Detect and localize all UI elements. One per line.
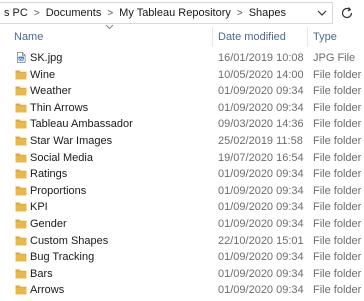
- list-item[interactable]: Proportions 01/09/2020 09:34 File folder: [0, 183, 364, 200]
- address-bar[interactable]: s PC > Documents > My Tableau Repository…: [0, 2, 333, 24]
- file-date-modified: 01/09/2020 09:34: [218, 184, 304, 197]
- folder-icon: [15, 86, 27, 96]
- refresh-button[interactable]: [338, 4, 356, 22]
- folder-icon: [15, 186, 27, 196]
- file-type: JPG File: [313, 52, 356, 64]
- folder-icon: [15, 153, 27, 163]
- sort-chevron-icon[interactable]: [105, 24, 114, 30]
- list-item[interactable]: Star War Images 25/02/2019 11:58 File fold…: [0, 133, 364, 150]
- file-date-modified: 01/09/2020 09:34: [218, 201, 304, 214]
- file-name: Arrows: [30, 284, 65, 297]
- file-type: File folder: [313, 201, 362, 214]
- file-name: Ratings: [30, 168, 68, 181]
- breadcrumb-separator-icon[interactable]: >: [29, 8, 45, 19]
- file-name: Bars: [30, 267, 53, 280]
- folder-icon: [15, 169, 27, 179]
- file-date-modified: 16/01/2019 10:08: [218, 52, 304, 64]
- file-type: File folder: [313, 101, 362, 114]
- list-item[interactable]: Tableau Ambassador 09/03/2020 14:36 File f…: [0, 116, 364, 133]
- folder-icon: [15, 269, 27, 279]
- file-name: Weather: [30, 85, 72, 98]
- file-date-modified: 09/03/2020 14:36: [218, 118, 304, 131]
- column-header-type[interactable]: Type: [313, 31, 337, 43]
- file-name: Star War Images: [30, 134, 113, 147]
- breadcrumb-shapes[interactable]: Shapes: [248, 7, 287, 19]
- file-name: Social Media: [30, 151, 93, 164]
- list-item[interactable]: Ratings 01/09/2020 09:34 File folder: [0, 166, 364, 183]
- refresh-icon: [341, 7, 353, 19]
- column-divider[interactable]: [212, 27, 213, 47]
- jpg-file-icon: [16, 52, 26, 63]
- list-item[interactable]: SK.jpg 16/01/2019 10:08 JPG File: [0, 50, 364, 67]
- folder-icon: [15, 136, 27, 146]
- column-divider[interactable]: [307, 27, 308, 47]
- file-type: File folder: [313, 251, 362, 264]
- column-header-date-modified[interactable]: Date modified: [218, 31, 286, 43]
- column-header-name[interactable]: Name: [14, 31, 43, 43]
- file-date-modified: 01/09/2020 09:34: [218, 168, 304, 181]
- folder-icon: [15, 285, 27, 295]
- file-name: Thin Arrows: [30, 101, 89, 114]
- breadcrumb-my-tableau-repository[interactable]: My Tableau Repository: [118, 7, 232, 19]
- list-item[interactable]: Wine 10/05/2020 14:00 File folder: [0, 67, 364, 84]
- file-name: Proportions: [30, 184, 87, 197]
- file-date-modified: 01/09/2020 09:34: [218, 85, 304, 98]
- file-date-modified: 01/09/2020 09:34: [218, 284, 304, 297]
- list-item[interactable]: Bars 01/09/2020 09:34 File folder: [0, 266, 364, 283]
- list-item[interactable]: Bug Tracking 01/09/2020 09:34 File folder: [0, 249, 364, 266]
- file-name: Bug Tracking: [30, 251, 95, 264]
- list-item[interactable]: Custom Shapes 22/10/2020 15:01 File folder: [0, 233, 364, 250]
- file-type: File folder: [313, 168, 362, 181]
- file-type: File folder: [313, 234, 362, 247]
- list-item[interactable]: Weather 01/09/2020 09:34 File folder: [0, 83, 364, 100]
- file-date-modified: 01/09/2020 09:34: [218, 267, 304, 280]
- file-date-modified: 01/09/2020 09:34: [218, 101, 304, 114]
- chevron-down-icon[interactable]: [316, 7, 328, 19]
- file-name: KPI: [30, 201, 48, 214]
- list-item[interactable]: Arrows 01/09/2020 09:34 File folder: [0, 282, 364, 299]
- folder-icon: [15, 70, 27, 80]
- list-item[interactable]: KPI 01/09/2020 09:34 File folder: [0, 199, 364, 216]
- file-name: Gender: [30, 217, 67, 230]
- file-name: Wine: [30, 68, 56, 81]
- breadcrumb-this-pc[interactable]: s PC: [3, 7, 29, 19]
- file-list: SK.jpg 16/01/2019 10:08 JPG File Wine 10/05/…: [0, 50, 364, 299]
- file-date-modified: 25/02/2019 11:58: [218, 134, 303, 147]
- file-date-modified: 01/09/2020 09:34: [218, 217, 304, 230]
- folder-icon: [15, 119, 27, 129]
- file-type: File folder: [313, 118, 362, 131]
- folder-icon: [15, 236, 27, 246]
- column-header-row: Name Date modified Type: [0, 24, 364, 47]
- file-type: File folder: [313, 184, 362, 197]
- file-date-modified: 19/07/2020 16:54: [218, 151, 304, 164]
- file-type: File folder: [313, 217, 362, 230]
- file-name: Custom Shapes: [30, 234, 109, 247]
- folder-icon: [15, 103, 27, 113]
- file-type: File folder: [313, 134, 362, 147]
- file-type: File folder: [313, 151, 362, 164]
- folder-icon: [15, 252, 27, 262]
- list-item[interactable]: Gender 01/09/2020 09:34 File folder: [0, 216, 364, 233]
- folder-icon: [15, 219, 27, 229]
- file-type: File folder: [313, 85, 362, 98]
- file-date-modified: 22/10/2020 15:01: [218, 234, 304, 247]
- breadcrumb-documents[interactable]: Documents: [45, 7, 103, 19]
- file-type: File folder: [313, 284, 362, 297]
- file-explorer-window: s PC > Documents > My Tableau Repository…: [0, 0, 364, 301]
- list-item[interactable]: Thin Arrows 01/09/2020 09:34 File folder: [0, 100, 364, 117]
- folder-icon: [15, 202, 27, 212]
- list-item[interactable]: Social Media 19/07/2020 16:54 File folder: [0, 150, 364, 167]
- file-date-modified: 10/05/2020 14:00: [218, 68, 304, 81]
- file-date-modified: 01/09/2020 09:34: [218, 251, 304, 264]
- file-name: Tableau Ambassador: [30, 118, 133, 131]
- breadcrumb-separator-icon[interactable]: >: [232, 8, 248, 19]
- file-type: File folder: [313, 68, 362, 81]
- file-type: File folder: [313, 267, 362, 280]
- breadcrumb-separator-icon[interactable]: >: [102, 8, 118, 19]
- file-name: SK.jpg: [30, 52, 63, 64]
